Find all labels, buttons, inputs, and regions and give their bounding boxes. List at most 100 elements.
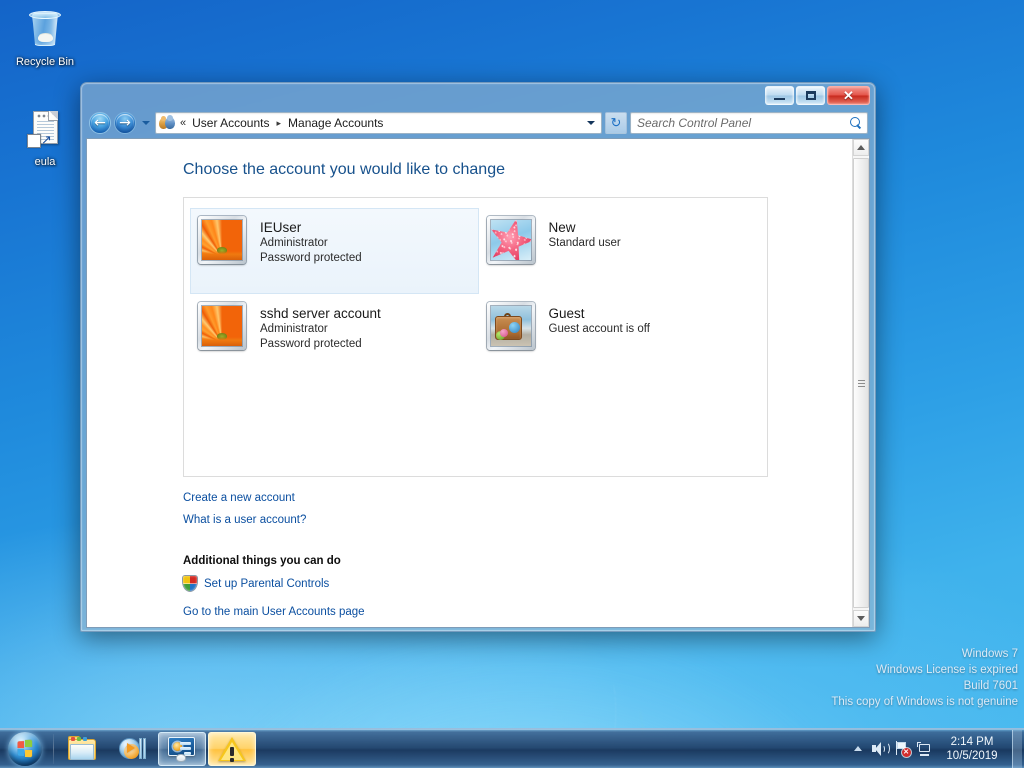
address-dropdown-button[interactable]: [583, 113, 599, 133]
breadcrumb-separator-icon[interactable]: ▸: [277, 117, 282, 129]
start-button[interactable]: [0, 730, 50, 768]
account-item-sshd-server-account[interactable]: sshd server account Administrator Passwo…: [190, 294, 479, 380]
account-picture-starfish-icon: [486, 216, 535, 264]
folder-icon: [67, 735, 97, 762]
account-role: Administrator: [260, 323, 328, 335]
windows-logo-icon: [8, 731, 42, 766]
shortcut-arrow-icon: [27, 134, 41, 148]
chevron-down-icon: [857, 616, 865, 621]
clock-date: 10/5/2019: [946, 749, 998, 762]
account-role: Guest account is off: [548, 323, 650, 335]
back-arrow-icon: ←: [94, 115, 106, 131]
minimize-button[interactable]: [765, 86, 794, 105]
maximize-button[interactable]: [796, 86, 825, 105]
parental-controls-row[interactable]: Set up Parental Controls: [183, 576, 852, 591]
warning-icon: [218, 736, 246, 762]
text-document-shortcut-icon: [23, 108, 67, 152]
account-text: New Standard user: [549, 216, 621, 251]
account-item-ieuser[interactable]: IEUser Administrator Password protected: [190, 208, 479, 294]
accounts-list: IEUser Administrator Password protected …: [183, 197, 768, 477]
clock-time: 2:14 PM: [950, 735, 994, 748]
search-icon: [850, 116, 863, 130]
breadcrumb-overflow-icon[interactable]: «: [180, 117, 186, 129]
refresh-button[interactable]: ↻: [605, 112, 627, 134]
chevron-up-icon: [854, 746, 862, 751]
search-input[interactable]: [637, 116, 850, 130]
scrollbar-grip-icon: [857, 379, 865, 387]
action-center-flag-icon: ✕: [895, 741, 911, 757]
account-text: IEUser Administrator Password protected: [260, 216, 362, 266]
forward-button[interactable]: →: [114, 112, 136, 134]
scrollbar-track[interactable]: [853, 156, 869, 610]
search-box[interactable]: [630, 112, 868, 134]
recycle-bin-icon: [23, 8, 67, 52]
control-panel-window[interactable]: ✕ ← → « User Accounts ▸ Manage Accounts …: [80, 82, 876, 632]
account-text: Guest Guest account is off: [549, 302, 650, 337]
user-accounts-icon: [159, 115, 175, 131]
watermark-line-3: Build 7601: [963, 680, 1018, 692]
clock[interactable]: 2:14 PM 10/5/2019: [936, 735, 1008, 763]
chevron-down-icon: [587, 121, 595, 125]
parental-controls-link[interactable]: Set up Parental Controls: [204, 578, 329, 590]
account-name: IEUser: [260, 220, 302, 235]
what-is-a-user-account-link[interactable]: What is a user account?: [183, 514, 306, 526]
desktop-icon-label: eula: [34, 156, 56, 168]
account-name: New: [548, 220, 576, 235]
taskbar-item-windows-explorer[interactable]: [58, 732, 106, 766]
media-player-icon: [118, 736, 146, 762]
account-picture-flower-icon: [198, 216, 246, 264]
account-status: Password protected: [260, 338, 362, 350]
address-bar[interactable]: « User Accounts ▸ Manage Accounts: [155, 112, 602, 134]
window-titlebar[interactable]: ✕: [86, 84, 870, 112]
scrollbar-thumb[interactable]: [853, 158, 869, 608]
taskbar-item-windows-media-player[interactable]: [108, 732, 156, 766]
navigation-bar: ← → « User Accounts ▸ Manage Accounts ↻ …: [86, 112, 870, 138]
breadcrumb-manage-accounts[interactable]: Manage Accounts: [286, 115, 385, 131]
back-button[interactable]: ←: [89, 112, 111, 134]
desktop[interactable]: Recycle Bin eula ✕ ← →: [0, 0, 1024, 768]
volume-button[interactable]: [870, 734, 890, 764]
show-hidden-icons-button[interactable]: [848, 734, 868, 764]
speaker-icon: [872, 741, 890, 756]
breadcrumb-user-accounts[interactable]: User Accounts: [190, 115, 271, 131]
account-name: Guest: [548, 306, 585, 321]
uac-shield-icon: [183, 576, 197, 591]
network-button[interactable]: [914, 734, 934, 764]
watermark-line-2: Windows License is expired: [876, 664, 1018, 676]
page-title: Choose the account you would like to cha…: [183, 161, 505, 178]
recent-pages-button[interactable]: [139, 112, 152, 134]
taskbar-item-control-panel[interactable]: [158, 731, 206, 766]
additional-things-heading: Additional things you can do: [183, 555, 341, 567]
account-text: sshd server account Administrator Passwo…: [260, 302, 381, 352]
desktop-icon-recycle-bin[interactable]: Recycle Bin: [6, 8, 84, 69]
refresh-icon: ↻: [610, 115, 622, 130]
action-center-error-badge: ✕: [901, 748, 911, 757]
network-icon: [916, 741, 932, 756]
account-item-guest[interactable]: Guest Guest account is off: [479, 294, 768, 380]
watermark-line-4: This copy of Windows is not genuine: [831, 696, 1018, 708]
content-pane: Choose the account you would like to cha…: [87, 139, 852, 627]
vertical-scrollbar[interactable]: [852, 139, 869, 627]
close-button[interactable]: ✕: [827, 86, 870, 105]
chevron-up-icon: [857, 145, 865, 150]
scroll-up-button[interactable]: [853, 139, 869, 156]
account-status: Password protected: [260, 252, 362, 264]
links-top: Create a new account: [183, 487, 852, 509]
control-panel-icon: [167, 736, 197, 762]
action-center-button[interactable]: ✕: [892, 734, 912, 764]
scroll-down-button[interactable]: [853, 610, 869, 627]
show-desktop-button[interactable]: [1012, 729, 1022, 768]
account-name: sshd server account: [260, 306, 381, 321]
main-user-accounts-page-link[interactable]: Go to the main User Accounts page: [183, 606, 365, 618]
account-picture-flower-icon: [198, 302, 246, 350]
taskbar: ✕ 2:14 PM 10/5/2019: [0, 728, 1024, 768]
account-item-new[interactable]: New Standard user: [479, 208, 768, 294]
links-bottom: Go to the main User Accounts page: [183, 601, 852, 623]
watermark-line-1: Windows 7: [961, 648, 1018, 660]
desktop-icon-label: Recycle Bin: [15, 56, 75, 68]
desktop-icon-eula[interactable]: eula: [6, 108, 84, 169]
create-new-account-link[interactable]: Create a new account: [183, 492, 295, 504]
chevron-down-icon: [141, 121, 150, 125]
taskbar-item-warning[interactable]: [208, 731, 256, 766]
links-top-second: What is a user account?: [183, 509, 852, 531]
